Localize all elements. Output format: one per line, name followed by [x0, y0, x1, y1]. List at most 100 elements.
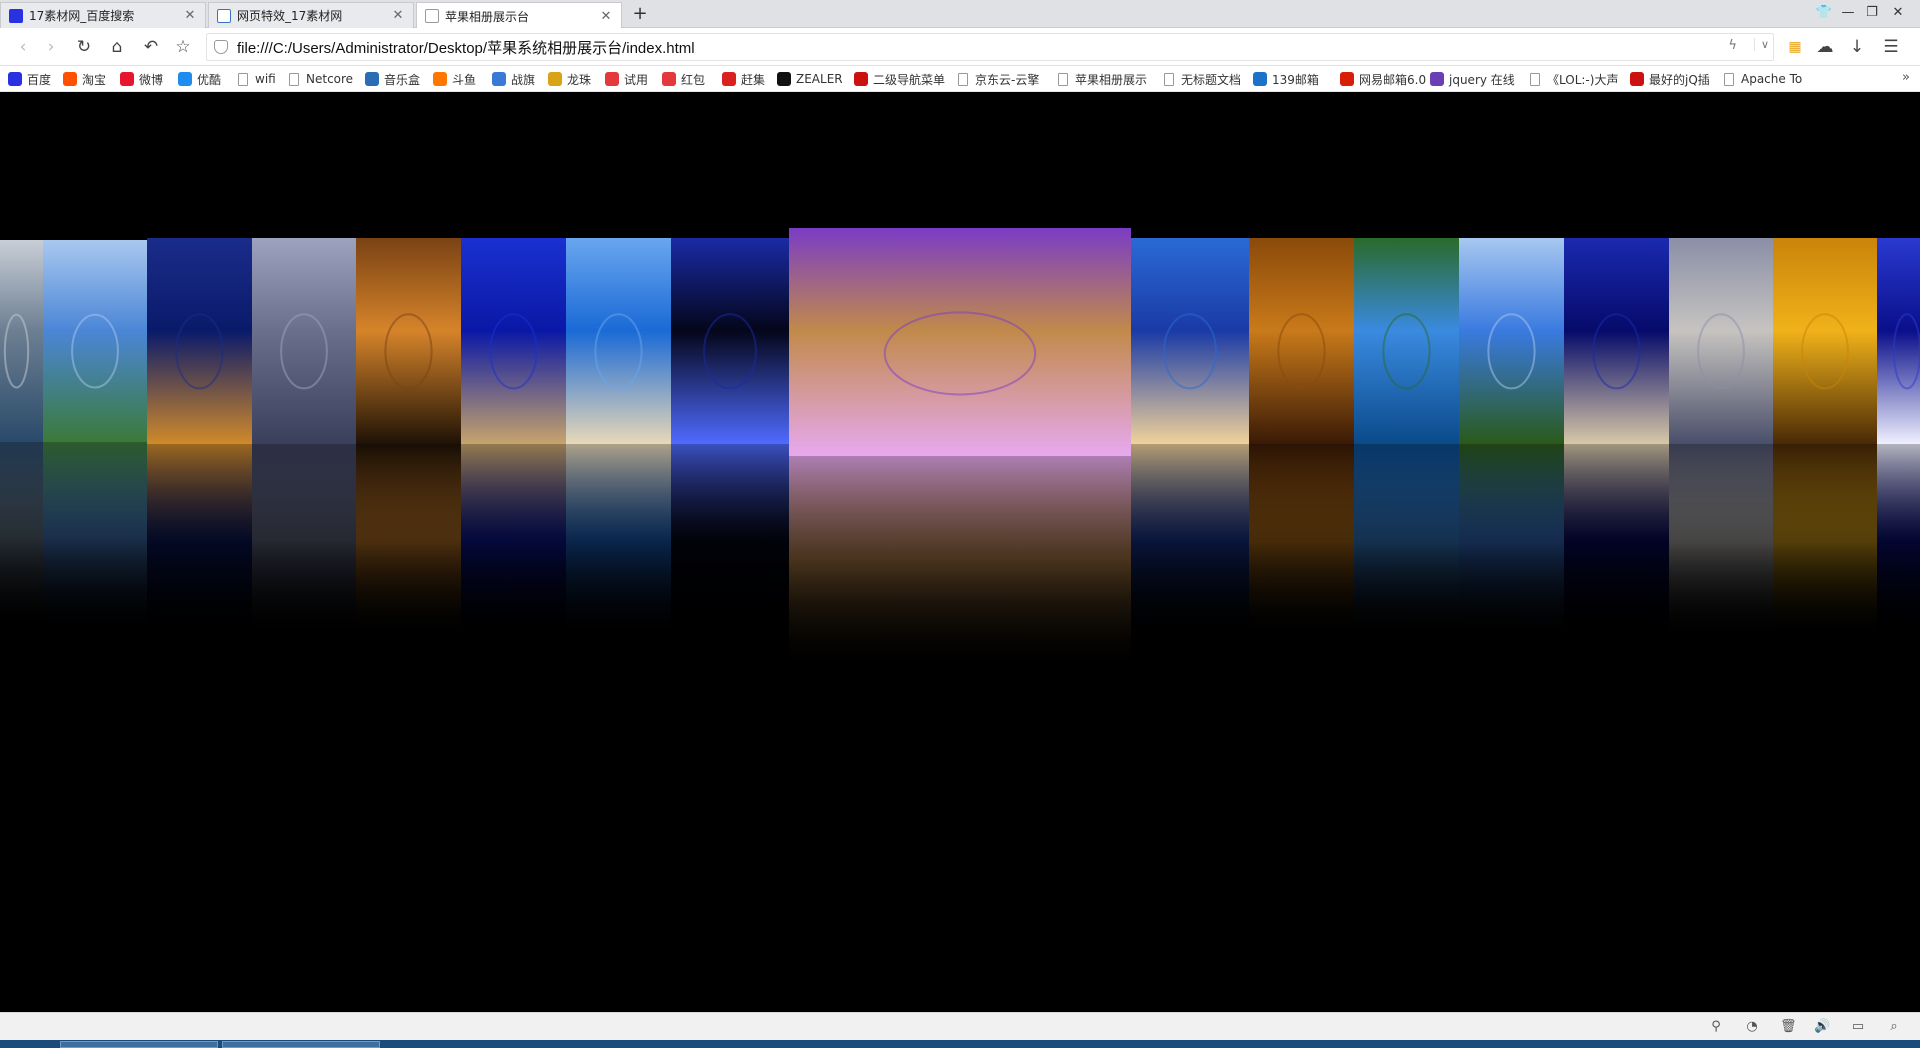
bookmark-item[interactable]: 二级导航菜单 [854, 70, 945, 88]
url-text[interactable]: file:///C:/Users/Administrator/Desktop/苹… [237, 37, 695, 58]
bookmarks-overflow-button[interactable]: » [1902, 70, 1910, 85]
volume-icon[interactable]: 🔊 [1814, 1019, 1830, 1035]
reload-button[interactable]: ↻ [73, 36, 95, 58]
undo-button[interactable]: ↶ [140, 36, 162, 58]
bookmark-item[interactable]: 赶集 [722, 70, 765, 88]
trash-icon[interactable]: 🗑 [1780, 1019, 1797, 1035]
search-icon[interactable]: ⌕ [1886, 1019, 1902, 1035]
photo-image[interactable] [252, 238, 356, 444]
forward-button[interactable]: › [40, 36, 62, 58]
tab-baidu-search[interactable]: 17素材网_百度搜索 ✕ [0, 2, 206, 28]
close-icon[interactable]: ✕ [391, 8, 405, 23]
address-bar[interactable]: file:///C:/Users/Administrator/Desktop/苹… [206, 33, 1774, 61]
apps-grid-icon[interactable]: ▦ [1784, 36, 1806, 58]
close-window-button[interactable]: ✕ [1888, 4, 1908, 22]
photo-image[interactable] [1459, 238, 1564, 444]
photo-image[interactable] [1669, 238, 1773, 444]
jquery-icon [1430, 72, 1444, 86]
photo-tropical-lagoon[interactable] [1354, 238, 1459, 640]
tab-effects[interactable]: 网页特效_17素材网 ✕ [208, 2, 414, 28]
bookmark-item[interactable]: 斗鱼 [433, 70, 476, 88]
speed-icon[interactable]: ◔ [1744, 1019, 1760, 1035]
photo-image[interactable] [147, 238, 252, 444]
download-icon[interactable]: ↓ [1846, 36, 1868, 58]
pin-icon[interactable]: ⚲ [1708, 1019, 1724, 1035]
netease-mail-icon [1340, 72, 1354, 86]
taskbar-item[interactable] [60, 1041, 218, 1048]
photo-image[interactable] [0, 240, 43, 442]
photo-ferris-wheel-blue-night[interactable] [671, 238, 789, 640]
bookmark-item[interactable]: 淘宝 [63, 70, 106, 88]
bookmark-item[interactable]: 139邮箱 [1253, 70, 1319, 88]
photo-image[interactable] [671, 238, 789, 444]
photo-science-world-vancouver[interactable] [1131, 238, 1249, 640]
photo-image[interactable] [1249, 238, 1354, 444]
bookmark-item[interactable]: 试用 [605, 70, 648, 88]
bookmark-item[interactable]: 京东云-云擎 [958, 70, 1039, 88]
tab-apple-album[interactable]: 苹果相册展示台 ✕ [416, 2, 622, 29]
photo-blue-sky-hedge[interactable] [1459, 238, 1564, 640]
minimize-button[interactable]: — [1838, 4, 1858, 22]
close-icon[interactable]: ✕ [183, 8, 197, 23]
menu-icon[interactable]: ☰ [1880, 36, 1902, 58]
photo-golden-lake-sunset[interactable] [1773, 238, 1877, 640]
photo-image[interactable] [1877, 238, 1920, 444]
photo-marina-bay-night[interactable] [147, 238, 252, 640]
cloud-icon[interactable]: ☁ [1814, 36, 1836, 58]
photo-sydney-opera-house[interactable] [566, 238, 671, 640]
photo-city-skyline-pale[interactable] [1669, 238, 1773, 640]
bookmark-item[interactable]: 苹果相册展示 [1058, 70, 1147, 88]
photo-image[interactable] [1131, 238, 1249, 444]
bookmark-item[interactable]: Netcore [289, 70, 353, 88]
bookmark-item[interactable]: 龙珠 [548, 70, 591, 88]
chevron-down-icon[interactable]: ∨ [1753, 38, 1769, 51]
bookmark-item[interactable]: 无标题文档 [1164, 70, 1241, 88]
photo-sky-and-grass[interactable] [43, 240, 147, 634]
restore-button[interactable]: ❐ [1862, 4, 1882, 22]
home-button[interactable]: ⌂ [106, 36, 128, 58]
photo-image[interactable] [43, 240, 147, 442]
bookmark-item[interactable]: jquery 在线 [1430, 70, 1515, 88]
photo-thai-temple[interactable] [0, 240, 43, 634]
bookmark-item[interactable]: Apache To [1724, 70, 1802, 88]
taskbar-item[interactable] [222, 1041, 380, 1048]
window-icon[interactable]: ▭ [1850, 1019, 1866, 1035]
photo-taj-mahal-sunset[interactable] [356, 238, 461, 640]
bookmark-item[interactable]: ZEALER [777, 70, 843, 88]
photo-ferris-wheel-edge[interactable] [1877, 238, 1920, 640]
favorite-star-button[interactable]: ☆ [172, 36, 194, 58]
weibo-icon [120, 72, 134, 86]
skin-icon[interactable]: 👕 [1814, 4, 1834, 22]
bookmark-item[interactable]: 音乐盒 [365, 70, 420, 88]
photo-london-eye-purple-avenue[interactable] [789, 228, 1131, 673]
photo-image[interactable] [789, 228, 1131, 456]
new-tab-button[interactable]: + [628, 3, 652, 25]
bookmark-item[interactable]: 红包 [662, 70, 705, 88]
back-button[interactable]: ‹ [12, 36, 34, 58]
lightning-icon[interactable]: ϟ [1728, 38, 1737, 53]
bookmark-item[interactable]: wifi [238, 70, 276, 88]
bookmark-item[interactable]: 优酷 [178, 70, 221, 88]
photo-reflection [0, 442, 43, 634]
taobao-icon [63, 72, 77, 86]
photo-image[interactable] [566, 238, 671, 444]
bookmark-label: 《LOL:-)大声 [1547, 72, 1619, 87]
baidu-paw-icon [9, 8, 23, 23]
photo-image[interactable] [1773, 238, 1877, 444]
photo-image[interactable] [1564, 238, 1669, 444]
photo-image[interactable] [461, 238, 566, 444]
close-icon[interactable]: ✕ [599, 9, 613, 24]
bookmark-item[interactable]: 最好的jQ插 [1630, 70, 1710, 88]
photo-image[interactable] [1354, 238, 1459, 444]
photo-mountain-sunset[interactable] [1249, 238, 1354, 640]
bookmark-item[interactable]: 战旗 [492, 70, 535, 88]
bookmark-item[interactable]: 百度 [8, 70, 51, 88]
photo-marina-bay-sands-blue[interactable] [461, 238, 566, 640]
photo-singapore-flyer[interactable] [1564, 238, 1669, 640]
photo-image[interactable] [356, 238, 461, 444]
bookmark-item[interactable]: 微博 [120, 70, 163, 88]
photo-bay-bridge-dusk[interactable] [252, 238, 356, 640]
bookmark-item[interactable]: 网易邮箱6.0 [1340, 70, 1426, 88]
bookmark-label: 最好的jQ插 [1649, 72, 1710, 87]
bookmark-item[interactable]: 《LOL:-)大声 [1530, 70, 1618, 88]
